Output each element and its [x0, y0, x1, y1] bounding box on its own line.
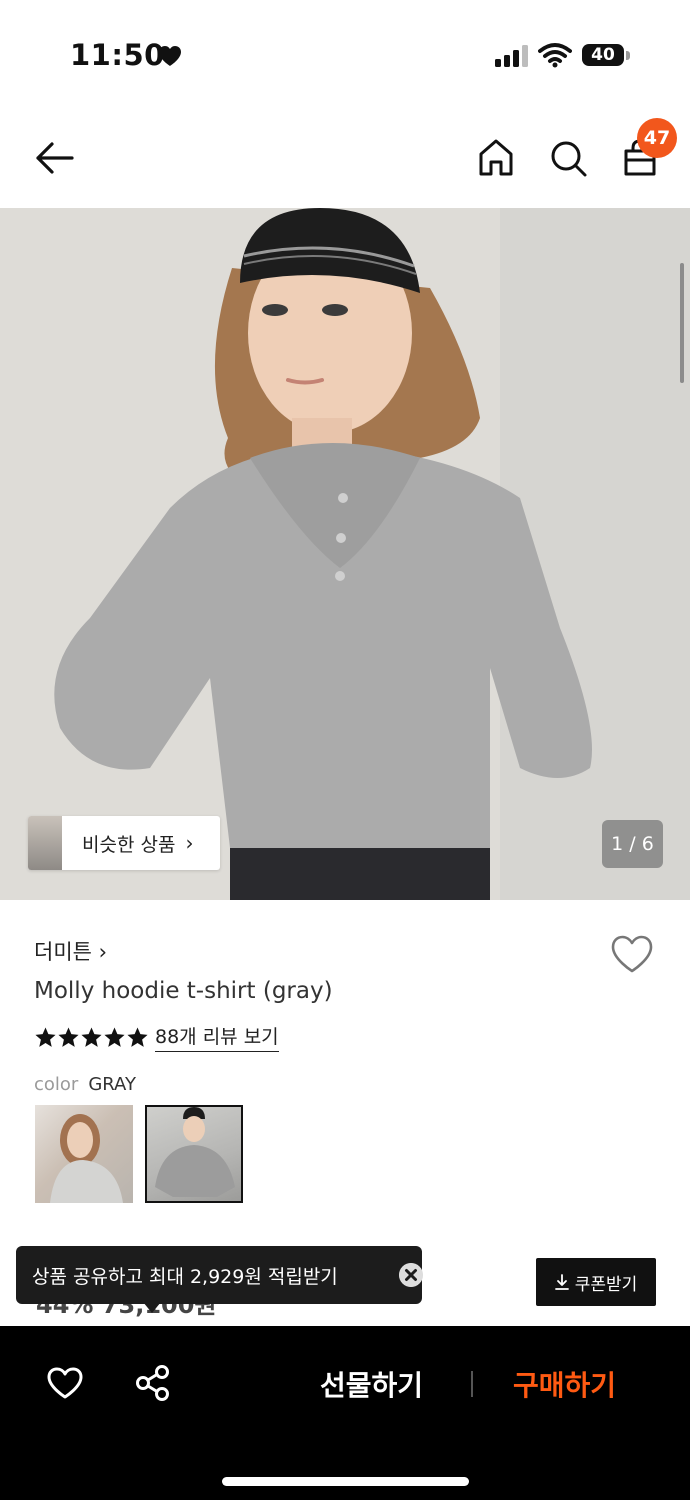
similar-product-thumbnail: [28, 816, 62, 870]
battery-level-text: 40: [591, 45, 615, 65]
review-link[interactable]: 88개 리뷰 보기: [155, 1022, 279, 1052]
close-icon[interactable]: [399, 1263, 423, 1287]
color-value: GRAY: [88, 1074, 136, 1095]
divider: [471, 1371, 473, 1397]
coupon-label: 쿠폰받기: [574, 1274, 638, 1295]
star-icon: [127, 1026, 148, 1047]
status-time: 11:50: [70, 38, 165, 72]
brand-name: 더미튼: [34, 940, 92, 964]
buy-button[interactable]: 구매하기: [513, 1364, 616, 1404]
star-icon: [35, 1026, 56, 1047]
share-reward-text: 상품 공유하고 최대 2,929원 적립받기: [32, 1265, 338, 1288]
brand-link[interactable]: 더미튼 ›: [34, 936, 107, 966]
tooltip-tail: [143, 1302, 161, 1313]
product-image-carousel[interactable]: 비슷한 상품 › 1 / 6: [0, 208, 690, 900]
cellular-signal-icon: [495, 45, 528, 67]
bottom-action-bar: 선물하기 구매하기: [0, 1326, 690, 1500]
similar-products-label: 비슷한 상품: [82, 833, 176, 856]
star-icon: [58, 1026, 79, 1047]
search-icon[interactable]: [548, 136, 588, 180]
color-swatch-selected[interactable]: [145, 1105, 243, 1203]
rating: 88개 리뷰 보기: [34, 1022, 279, 1052]
color-swatch[interactable]: [35, 1105, 133, 1203]
star-icon: [81, 1026, 102, 1047]
star-icon: [104, 1026, 125, 1047]
heart-icon[interactable]: [46, 1366, 84, 1400]
image-page-counter: 1 / 6: [602, 820, 663, 868]
similar-products-button[interactable]: 비슷한 상품 ›: [28, 816, 220, 870]
color-swatch-thumbnail: [50, 1114, 123, 1203]
cart-count-badge: 47: [637, 118, 677, 158]
product-name: Molly hoodie t-shirt (gray): [34, 978, 333, 1004]
wishlist-heart-icon[interactable]: [610, 934, 654, 974]
share-icon[interactable]: [135, 1364, 171, 1402]
coupon-button[interactable]: 쿠폰받기: [536, 1258, 656, 1306]
battery-cap: [626, 51, 630, 60]
product-photo: [0, 208, 690, 900]
gift-button[interactable]: 선물하기: [320, 1364, 423, 1404]
heart-icon: [159, 46, 181, 66]
share-reward-tooltip: 상품 공유하고 최대 2,929원 적립받기: [16, 1246, 423, 1304]
back-arrow-icon[interactable]: [32, 138, 76, 178]
top-nav: [0, 110, 690, 208]
color-row: color GRAY: [34, 1074, 136, 1095]
download-icon: [554, 1274, 569, 1290]
chevron-right-icon: ›: [98, 940, 108, 964]
home-icon[interactable]: [476, 136, 516, 180]
battery-icon: 40: [582, 42, 630, 68]
home-indicator: [222, 1477, 469, 1486]
color-label: color: [34, 1074, 79, 1095]
wifi-icon: [538, 43, 572, 68]
color-swatch-thumbnail: [155, 1107, 235, 1197]
chevron-right-icon: ›: [185, 831, 194, 855]
status-bar: 11:50 40: [0, 0, 690, 110]
scroll-indicator[interactable]: [680, 263, 684, 383]
